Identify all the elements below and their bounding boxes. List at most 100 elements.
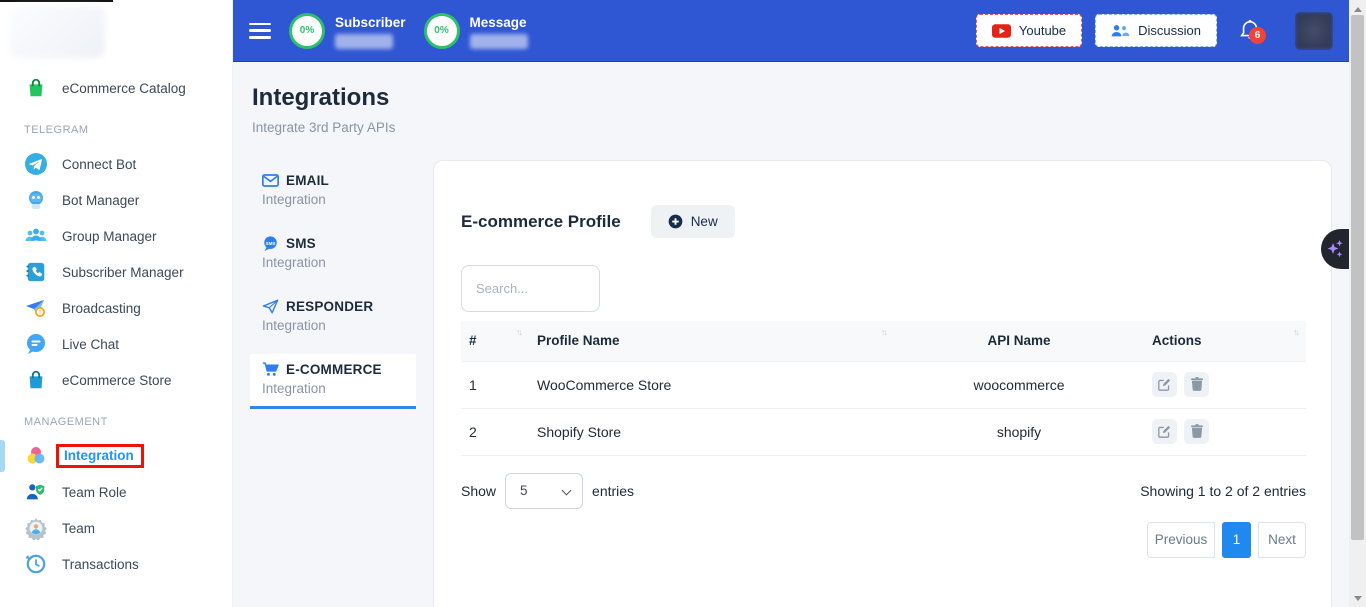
discussion-button[interactable]: Discussion [1095,14,1217,47]
row-number-cell: 2 [461,408,529,455]
profiles-table: #↑↓ Profile Name↑↓ API Name Actions↑↓ 1 … [461,321,1306,456]
sidebar-item-integration[interactable]: Integration [0,438,232,474]
actions-cell [1144,361,1306,408]
youtube-button[interactable]: Youtube [976,14,1082,47]
edit-button[interactable] [1152,372,1177,397]
subscriber-progress-ring: 0% [289,13,325,49]
subnav-item-sms[interactable]: SMS SMS Integration [250,228,416,280]
sidebar-item-label: eCommerce Catalog [62,81,186,96]
history-clock-icon [24,552,48,576]
sidebar-item-ecommerce-catalog[interactable]: eCommerce Catalog [0,70,232,106]
sparkles-icon [1325,237,1345,261]
gear-person-icon [24,516,48,540]
group-people-icon [24,224,48,248]
subnav-item-ecommerce[interactable]: E-COMMERCE Integration [250,354,416,409]
sidebar-section-telegram: TELEGRAM [0,106,232,146]
sort-icon[interactable]: ↑↓ [1293,327,1298,337]
sidebar-item-label: Broadcasting [62,301,141,316]
column-header-num[interactable]: #↑↓ [461,321,529,361]
sidebar-item-label: Team [62,521,95,536]
notifications-bell[interactable]: 6 [1239,19,1261,43]
edit-button[interactable] [1152,419,1177,444]
message-stat: 0% Message [424,13,528,49]
sms-bubble-icon: SMS [262,236,279,251]
scrollbar-thumb[interactable] [1351,15,1364,540]
message-progress-ring: 0% [424,13,460,49]
sort-icon[interactable]: ↑↓ [516,327,521,337]
hamburger-menu-icon[interactable] [249,23,271,39]
table-footer: Show 5 entries Showing 1 to 2 of 2 entri… [461,473,1306,509]
page-title: Integrations [233,62,1349,112]
sidebar-item-label: Transactions [62,557,139,572]
current-page-button[interactable]: 1 [1222,522,1251,558]
plus-circle-icon [668,214,683,229]
column-header-actions[interactable]: Actions↑↓ [1144,321,1306,361]
page-subtitle: Integrate 3rd Party APIs [233,112,1349,135]
robot-icon [24,188,48,212]
scrollbar-up-arrow[interactable] [1349,2,1366,16]
chevron-down-icon [562,485,572,495]
sort-icon[interactable]: ↑↓ [881,327,886,337]
profile-name-cell: Shopify Store [529,408,894,455]
sidebar-item-label: Bot Manager [62,193,139,208]
sidebar-item-live-chat[interactable]: Live Chat [0,326,232,362]
sidebar-item-transactions[interactable]: Transactions [0,546,232,582]
sidebar-item-label: Live Chat [62,337,119,352]
main-content: Integrations Integrate 3rd Party APIs EM… [233,62,1349,607]
notification-count-badge: 6 [1249,27,1266,44]
table-row: 2 Shopify Store shopify [461,408,1306,455]
telegram-plane-icon [24,152,48,176]
table-header-row: #↑↓ Profile Name↑↓ API Name Actions↑↓ [461,321,1306,361]
scrollbar-down-arrow[interactable] [1349,591,1366,605]
search-input[interactable] [461,265,600,312]
api-name-cell: shopify [894,408,1144,455]
sidebar-item-team[interactable]: Team [0,510,232,546]
sidebar-item-broadcasting[interactable]: ! Broadcasting [0,290,232,326]
page-size-value: 5 [520,483,528,498]
sidebar-item-connect-bot[interactable]: Connect Bot [0,146,232,182]
sidebar-item-ecommerce-store[interactable]: eCommerce Store [0,362,232,398]
top-header: 0% Subscriber 0% Message Youtube [233,0,1349,62]
subscriber-stat: 0% Subscriber [289,13,406,49]
sidebar: eCommerce Catalog TELEGRAM Connect Bot B… [0,0,233,607]
sidebar-item-label: Connect Bot [62,157,136,172]
delete-button[interactable] [1184,419,1209,444]
message-stat-value-blurred [470,34,528,49]
pagination: Previous 1 Next [461,522,1306,558]
new-button-label: New [691,214,718,229]
next-page-button[interactable]: Next [1258,522,1306,558]
profile-name-cell: WooCommerce Store [529,361,894,408]
page-scrollbar[interactable] [1349,0,1366,607]
app-root: eCommerce Catalog TELEGRAM Connect Bot B… [0,0,1366,607]
chat-bubble-icon [24,332,48,356]
previous-page-button[interactable]: Previous [1147,522,1215,558]
subnav-title: RESPONDER [286,299,373,314]
sidebar-item-team-role[interactable]: Team Role [0,474,232,510]
sidebar-item-label: Subscriber Manager [62,265,184,280]
subnav-title: E-COMMERCE [286,362,382,377]
sidebar-item-bot-manager[interactable]: Bot Manager [0,182,232,218]
column-header-profile-name[interactable]: Profile Name↑↓ [529,321,894,361]
avatar-blurred-image [1295,12,1333,50]
page-size-select[interactable]: 5 [505,473,583,509]
new-profile-button[interactable]: New [651,205,735,238]
person-shield-icon [24,480,48,504]
subnav-subtitle: Integration [262,381,416,396]
delete-button[interactable] [1184,372,1209,397]
email-envelope-icon [262,174,279,187]
table-row: 1 WooCommerce Store woocommerce [461,361,1306,408]
subnav-item-email[interactable]: EMAIL Integration [250,165,416,217]
ecommerce-profile-panel: E-commerce Profile New #↑↓ Profile Name↑… [433,160,1332,607]
users-icon [1111,23,1130,38]
user-avatar[interactable] [1295,12,1333,50]
sidebar-item-group-manager[interactable]: Group Manager [0,218,232,254]
svg-text:SMS: SMS [266,241,276,246]
column-header-api-name[interactable]: API Name [894,321,1144,361]
subnav-title: SMS [286,236,316,251]
actions-cell [1144,408,1306,455]
sidebar-item-subscriber-manager[interactable]: Subscriber Manager [0,254,232,290]
sidebar-item-label: eCommerce Store [62,373,172,388]
svg-text:!: ! [39,311,41,317]
subnav-subtitle: Integration [262,255,416,270]
subnav-item-responder[interactable]: RESPONDER Integration [250,291,416,343]
